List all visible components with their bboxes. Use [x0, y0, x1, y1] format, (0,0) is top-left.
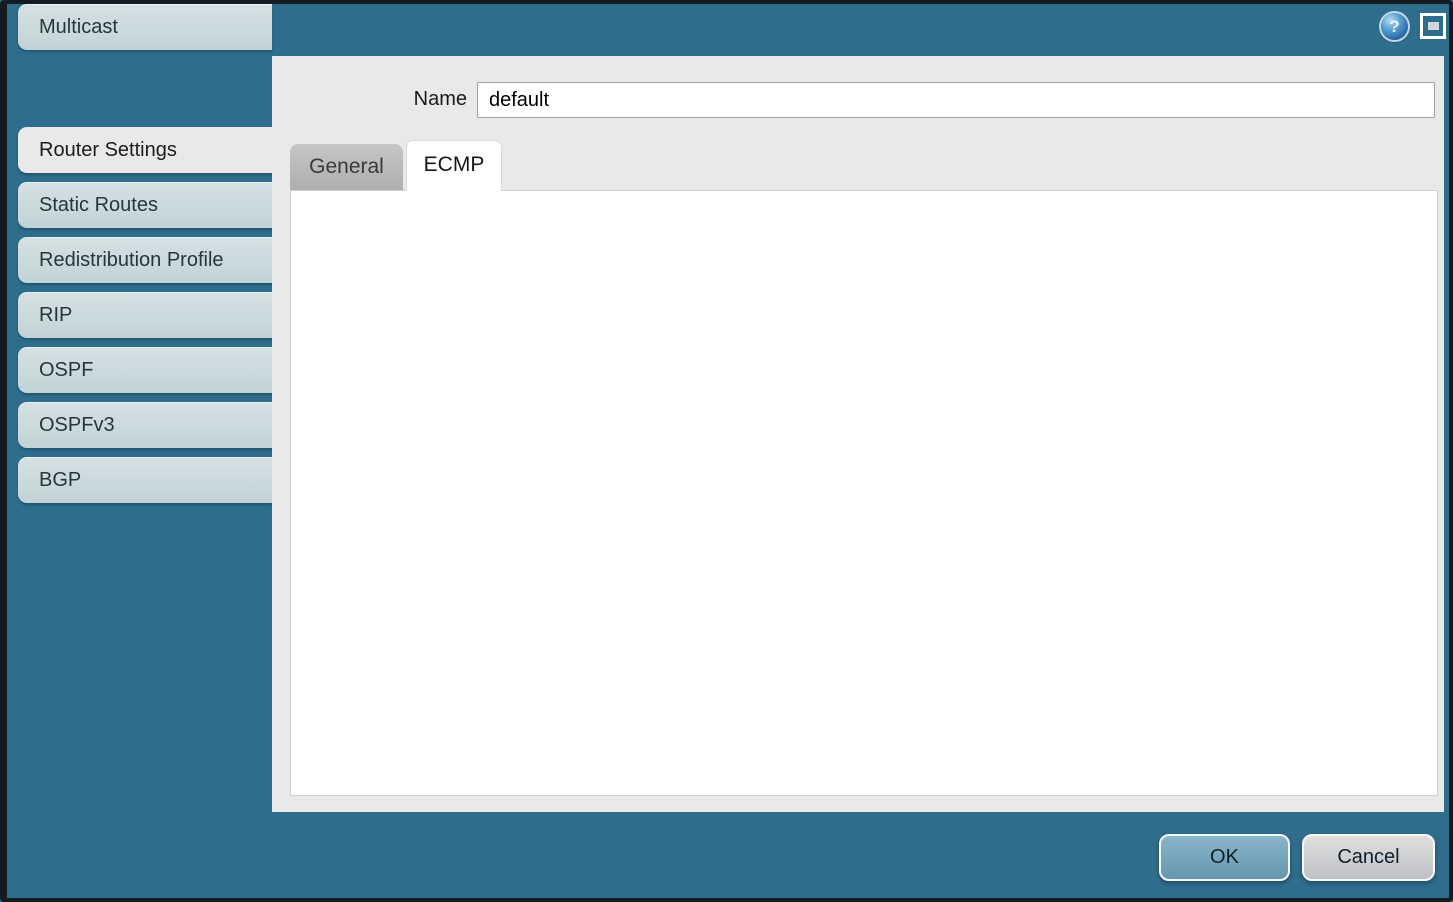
sidebar-item-ospf[interactable]: OSPF: [18, 347, 272, 393]
virtual-router-dialog: { "titlebar": { "title": "Virtual Router…: [0, 0, 1453, 902]
window-restore-icon[interactable]: [1420, 13, 1446, 39]
name-input[interactable]: [477, 82, 1435, 118]
name-label: Name: [367, 88, 467, 111]
cancel-button[interactable]: Cancel: [1302, 834, 1435, 881]
tab-ecmp[interactable]: ECMP: [406, 140, 502, 191]
sidebar-item-static-routes[interactable]: Static Routes: [18, 182, 272, 228]
sidebar-item-redistribution-profile[interactable]: Redistribution Profile: [18, 237, 272, 283]
ecmp-tab-panel: [290, 190, 1438, 796]
sidebar-item-bgp[interactable]: BGP: [18, 457, 272, 503]
ok-button[interactable]: OK: [1159, 834, 1290, 881]
sidebar-item-multicast[interactable]: Multicast: [18, 4, 272, 50]
help-icon[interactable]: ?: [1381, 13, 1408, 40]
sidebar-item-rip[interactable]: RIP: [18, 292, 272, 338]
sidebar-item-ospfv3[interactable]: OSPFv3: [18, 402, 272, 448]
sidebar-item-router-settings[interactable]: Router Settings: [18, 127, 272, 173]
tab-general[interactable]: General: [290, 144, 403, 190]
